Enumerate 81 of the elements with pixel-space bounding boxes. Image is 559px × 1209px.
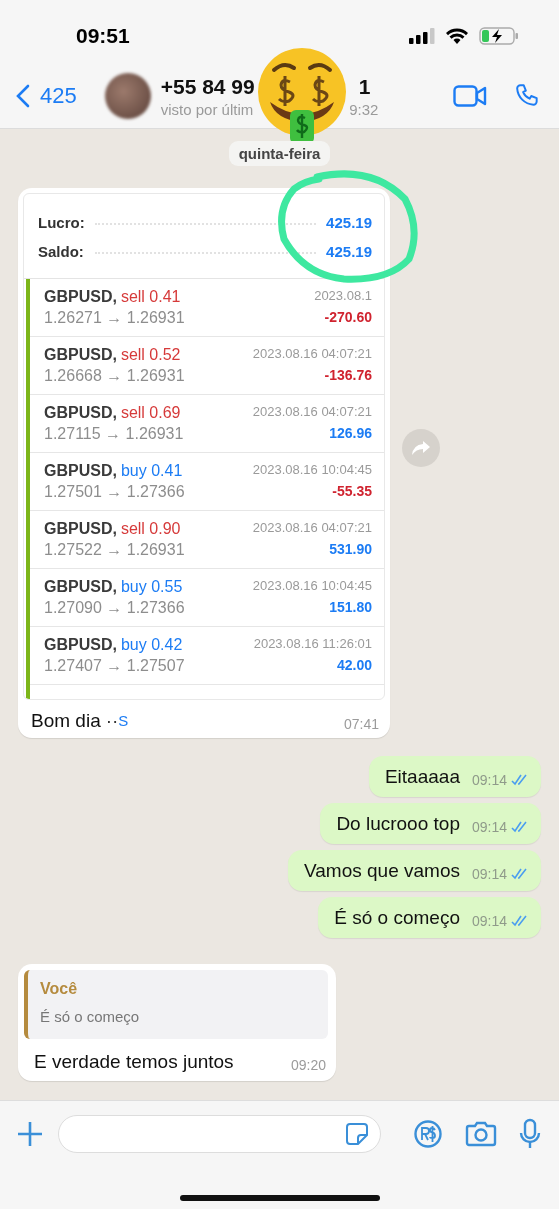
trade-time: 2023.08.16 04:07:21 [252, 520, 372, 537]
message-time: 09:14 [471, 866, 507, 882]
message-bubble[interactable]: Eitaaaaa 09:14 [368, 756, 541, 797]
trade-time: 2023.08.16 04:07:21 [252, 346, 372, 363]
trade-result: -55.35 [331, 483, 372, 501]
trade-side: buy 0.42 [120, 636, 183, 654]
message-time: 09:20 [290, 1057, 326, 1073]
trade-symbol: GBPUSD, [44, 288, 117, 306]
message-time: 09:14 [471, 913, 507, 929]
quoted-message[interactable]: Você É só o começo [24, 970, 328, 1039]
contact-name[interactable]: +55 84 99 [160, 74, 255, 99]
trade-result: -270.60 [323, 309, 372, 327]
message-input[interactable] [58, 1115, 381, 1153]
trade-prices: 1.27090 → 1.27366 [44, 599, 186, 617]
dots-text: ·· [105, 710, 119, 732]
message-text: Eitaaaaa [384, 766, 460, 788]
microphone-button[interactable] [519, 1118, 541, 1150]
summary-value: 425.19 [326, 214, 372, 231]
avatar[interactable] [104, 73, 151, 119]
trade-symbol: GBPUSD, [44, 346, 117, 364]
signal-icon [409, 28, 435, 44]
chevron-left-icon[interactable] [16, 84, 30, 108]
quote-author: Você [40, 980, 79, 998]
contact-name[interactable]: 1 [358, 74, 371, 99]
sticker-icon[interactable] [345, 1122, 369, 1146]
trade-side: sell 0.90 [120, 520, 181, 538]
message-bubble[interactable]: Do lucrooo top 09:14 [320, 803, 541, 844]
trade-symbol: GBPUSD, [44, 404, 117, 422]
message-time: 09:14 [471, 819, 507, 835]
plus-button[interactable] [16, 1120, 44, 1148]
mark-text: S [118, 712, 129, 729]
trade-result: 531.90 [328, 541, 372, 559]
message-text: É só o começo [334, 907, 460, 929]
trade-side: sell 0.41 [120, 288, 181, 306]
last-seen-text: 9:32 [349, 100, 379, 118]
trade-side: sell 0.69 [120, 404, 181, 422]
trade-prices: 1.26271 → 1.26931 [44, 309, 186, 327]
wifi-icon [445, 27, 469, 45]
quote-text: É só o começo [40, 1008, 141, 1025]
trade-result: -136.76 [323, 367, 372, 385]
message-text: Vamos que vamos [304, 860, 460, 882]
message-text: Do lucrooo top [336, 813, 460, 835]
message-text: Bom dia [31, 710, 101, 732]
message-bubble[interactable]: Você É só o começo E verdade temos juntos 09:20 [18, 964, 336, 1081]
trade-prices: 1.27115 → 1.26931 [44, 425, 185, 443]
video-call-button[interactable] [453, 85, 487, 107]
message-bubble[interactable]: Vamos que vamos 09:14 [288, 850, 541, 891]
trade-prices: 1.26668 → 1.26931 [44, 367, 186, 385]
trade-time: 2023.08.16 04:07:21 [252, 404, 372, 421]
trade-side: sell 0.52 [120, 346, 181, 364]
trade-time: 2023.08.16 10:04:45 [252, 462, 372, 479]
trade-prices: 1.27501 → 1.27366 [44, 483, 186, 501]
trade-side: buy 0.55 [120, 578, 183, 596]
trade-symbol: GBPUSD, [44, 462, 117, 480]
summary-value: 425.19 [326, 243, 372, 260]
summary-label: Lucro: [38, 214, 85, 231]
trade-symbol: GBPUSD, [44, 578, 117, 596]
date-chip: quinta-feira [228, 141, 331, 166]
battery-charging-icon [479, 27, 519, 45]
trade-time: 2023.08.16 10:04:45 [252, 578, 372, 595]
trade-time: 2023.08.16 11:26:01 [253, 636, 372, 653]
phone-call-button[interactable] [515, 83, 541, 109]
payment-button[interactable] [413, 1119, 443, 1149]
camera-button[interactable] [465, 1120, 497, 1148]
clock: 09:51 [76, 24, 130, 48]
trade-time: 2023.08.1 [314, 288, 372, 305]
last-seen-text: visto por últim [160, 100, 254, 118]
trade-result: 126.96 [328, 425, 372, 443]
summary-label: Saldo: [38, 243, 85, 260]
trade-symbol: GBPUSD, [44, 520, 117, 538]
trade-result: 151.80 [328, 599, 372, 617]
message-text: E verdade temos juntos [34, 1051, 234, 1073]
trade-result: 42.00 [335, 657, 372, 675]
trade-prices: 1.27522 → 1.26931 [44, 541, 186, 559]
message-bubble[interactable]: É só o começo 09:14 [318, 897, 541, 938]
message-time: 09:14 [471, 772, 507, 788]
trade-side: buy 0.41 [120, 462, 183, 480]
message-time: 07:41 [343, 716, 379, 732]
trade-prices: 1.27407 → 1.27507 [44, 657, 186, 675]
back-link[interactable]: 425 [16, 83, 77, 109]
trade-symbol: GBPUSD, [44, 636, 117, 654]
